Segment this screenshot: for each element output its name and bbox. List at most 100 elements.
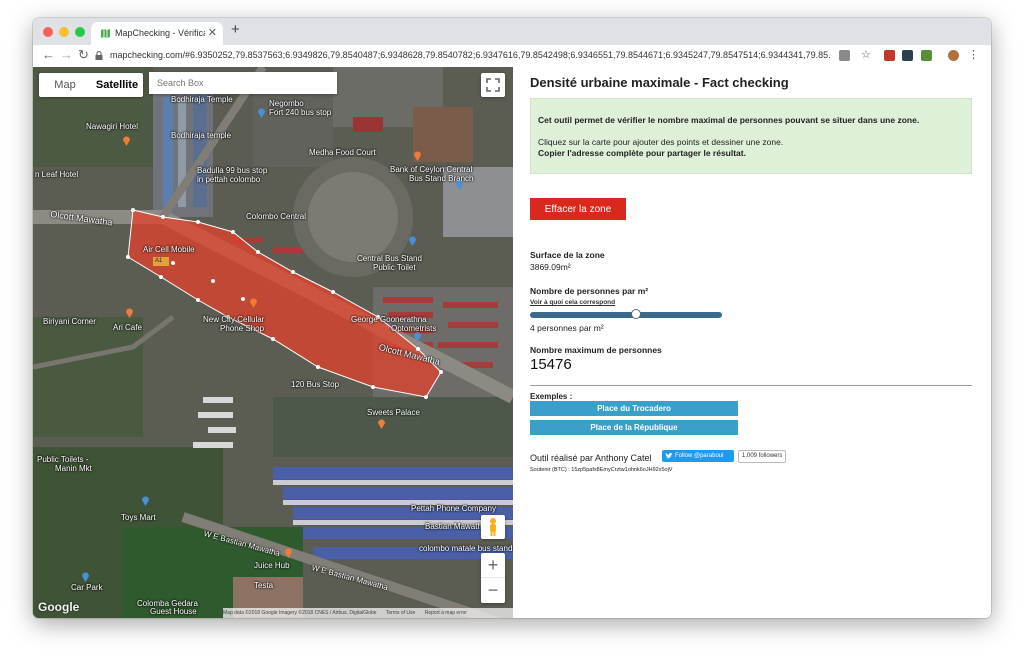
back-icon[interactable]: ← [42,47,55,62]
reload-icon[interactable]: ↻ [78,47,89,63]
map-label[interactable]: Badulla 99 bus stop [197,166,267,175]
page-title: Densité urbaine maximale - Fact checking [530,75,789,90]
profile-avatar[interactable] [948,50,959,61]
map-attribution: Map data ©2018 Google Imagery ©2018 CNES… [223,608,513,618]
map-label[interactable]: Pettah Phone Company [411,504,496,513]
extension-dark-icon[interactable] [902,50,913,61]
terms-of-use-link[interactable]: Terms of Use [386,610,415,616]
lock-icon [95,51,103,60]
map-label[interactable]: Juice Hub [254,561,290,570]
extension-m-icon[interactable] [884,50,895,61]
address-toolbar: ← → ↻ mapchecking.com/#6.9350252,79.8537… [33,45,991,68]
satellite-map[interactable]: Bodhiraja Temple Negombo Fort 240 bus st… [33,67,513,618]
shop-pin-icon[interactable] [249,297,258,308]
map-label[interactable]: George Goonerathna [351,315,427,324]
cafe-pin-icon[interactable] [125,307,134,318]
info-description: Cet outil permet de vérifier le nombre m… [538,115,920,125]
hotel-pin-icon[interactable] [122,135,131,146]
map-label[interactable]: Negombo [269,99,304,108]
map-label[interactable]: Colombo Central [246,212,306,221]
map-label[interactable]: Air Cell Mobile [143,245,195,254]
map-label[interactable]: Central Bus Stand [357,254,422,263]
example-trocadero-button[interactable]: Place du Trocadero [530,401,738,416]
map-label[interactable]: New City Cellular [203,315,264,324]
pegman-icon [490,518,496,536]
address-bar[interactable]: mapchecking.com/#6.9350252,79.8537563;6.… [110,50,830,60]
menu-dots-icon[interactable]: ⋮ [968,50,979,61]
map-label[interactable]: Car Park [71,583,103,592]
zoom-control: + − [481,553,505,603]
info-instructions: Cliquez sur la carte pour ajouter des po… [538,137,784,147]
map-label[interactable]: Phone Shop [220,324,264,333]
map-type-toggle: Map Satellite [39,73,143,97]
map-label[interactable]: Medha Food Court [309,148,376,157]
btc-donation: Soutenir (BTC) : 15zp5pafx8EmyCrztw1ohnk… [530,467,673,473]
map-data-credit: Map data ©2018 Google Imagery ©2018 CNES… [223,610,377,616]
map-type-satellite-button[interactable]: Satellite [91,73,143,97]
map-label[interactable]: Manin Mkt [55,464,92,473]
map-label[interactable]: Testa [254,581,273,590]
report-map-error-link[interactable]: Report a map error [425,610,467,616]
bookmark-star-icon[interactable]: ☆ [861,50,872,61]
street-view-pegman[interactable] [481,515,505,539]
toy-shop-pin-icon[interactable] [141,495,150,506]
map-label[interactable]: Nawagiri Hotel [86,122,138,131]
clear-zone-button[interactable]: Effacer la zone [530,198,626,220]
tab-close-icon[interactable]: ✕ [208,22,217,45]
twitter-follow-button[interactable]: Follow @paraboul [662,450,734,462]
map-search-input[interactable] [149,72,337,94]
juice-pin-icon[interactable] [284,547,293,558]
surface-label: Surface de la zone [530,250,605,260]
forward-icon[interactable]: → [60,47,73,62]
zoom-in-button[interactable]: + [481,553,505,578]
bank-pin-icon[interactable] [455,179,464,190]
map-label[interactable]: n Leaf Hotel [35,170,78,179]
example-republique-button[interactable]: Place de la République [530,420,738,435]
minimize-window-button[interactable] [59,27,69,37]
followers-count: 1,009 followers [738,450,787,463]
density-slider[interactable] [530,309,722,319]
google-logo[interactable]: Google [38,600,79,614]
map-label[interactable]: Toys Mart [121,513,156,522]
map-favicon-icon [101,29,110,38]
satellite-imagery [33,67,513,618]
map-label[interactable]: in pettah colombo [197,175,260,184]
divider [530,385,972,386]
map-label[interactable]: Fort 240 bus stop [269,108,331,117]
examples-label: Exemples : [530,392,573,401]
density-slider-handle[interactable] [630,309,641,319]
map-label[interactable]: Public Toilets - [37,455,88,464]
map-label[interactable]: Sweets Palace [367,408,420,417]
translate-icon[interactable] [839,50,850,61]
extension-green-icon[interactable] [921,50,932,61]
map-label[interactable]: Bank of Ceylon Central [390,165,472,174]
info-share-hint: Copier l'adresse complète pour partager … [538,148,746,158]
street-label: Bastian Mawatha [425,522,487,531]
fullscreen-icon [486,78,500,92]
toilet-pin-icon[interactable] [408,235,417,246]
map-label[interactable]: 120 Bus Stop [291,380,339,389]
parking-pin-icon[interactable] [81,571,90,582]
close-window-button[interactable] [43,27,53,37]
map-label[interactable]: Bodhiraja temple [171,131,231,140]
food-pin-icon[interactable] [413,150,422,161]
map-label[interactable]: colombo matale bus stand [419,544,512,553]
fact-check-panel: Densité urbaine maximale - Fact checking… [513,67,991,618]
zoom-out-button[interactable]: − [481,578,505,603]
optometrist-pin-icon[interactable] [413,331,422,342]
map-label[interactable]: Bodhiraja Temple [171,95,233,104]
map-label[interactable]: Ari Cafe [113,323,142,332]
sweets-pin-icon[interactable] [377,418,386,429]
twitter-bird-icon [665,452,673,459]
maximize-window-button[interactable] [75,27,85,37]
density-explanation-link[interactable]: Voir à quoi cela correspond [530,299,615,306]
map-label[interactable]: Biriyani Corner [43,317,96,326]
fullscreen-button[interactable] [481,73,505,97]
density-value: 4 personnes par m² [530,323,604,333]
map-type-map-button[interactable]: Map [39,73,91,97]
map-label[interactable]: Public Toilet [373,263,416,272]
bus-stop-pin-icon[interactable] [257,107,266,118]
map-label[interactable]: Guest House [150,607,197,616]
new-tab-button[interactable]: + [231,21,240,38]
browser-tab[interactable]: MapChecking - Vérificateur de ✕ [91,22,223,45]
